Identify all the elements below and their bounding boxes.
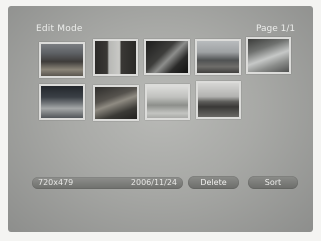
photo-thumbnail-1[interactable] [39,42,85,78]
delete-button[interactable]: Delete [188,176,239,189]
edit-mode-screen: Edit Mode Page 1/1 720x479 2006/11/24 De… [8,6,313,232]
photo-date: 2006/11/24 [130,178,177,187]
photo-thumbnail-7[interactable] [93,85,139,121]
photo-thumbnail-4[interactable] [195,39,241,75]
photo-thumbnail-5[interactable] [246,37,291,74]
device-frame: Edit Mode Page 1/1 720x479 2006/11/24 De… [0,0,321,241]
photo-thumbnail-9[interactable] [196,81,241,119]
photo-thumbnail-6[interactable] [39,84,85,120]
photo-thumbnail-3[interactable] [144,39,190,75]
photo-thumbnail-2[interactable] [93,39,138,76]
page-indicator: Page 1/1 [256,24,296,34]
photo-thumbnail-8[interactable] [145,84,190,120]
screen-title: Edit Mode [36,24,83,34]
photo-resolution: 720x479 [38,178,74,187]
photo-info-bar: 720x479 2006/11/24 [32,177,183,189]
sort-button[interactable]: Sort [248,176,298,189]
